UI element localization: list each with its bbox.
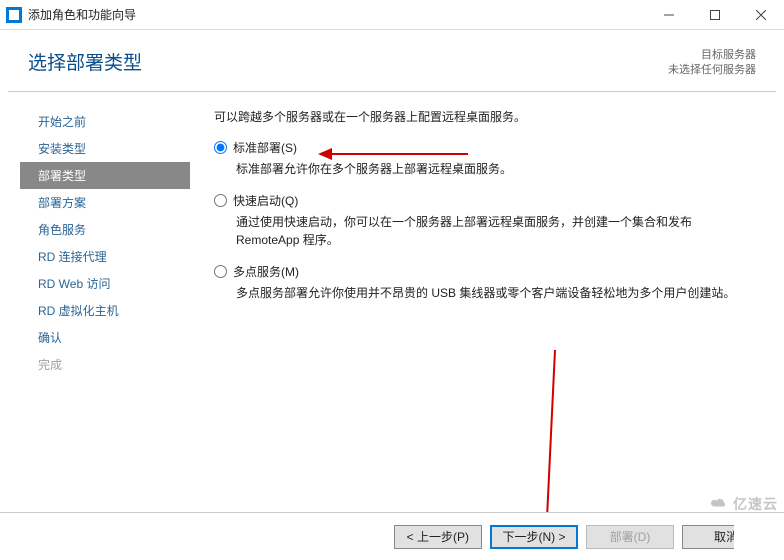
target-server-label: 目标服务器 — [668, 48, 756, 63]
wizard-body: 开始之前 安装类型 部署类型 部署方案 角色服务 RD 连接代理 RD Web … — [0, 92, 784, 512]
nav-item-complete: 完成 — [20, 351, 190, 378]
next-button[interactable]: 下一步(N) > — [490, 525, 578, 549]
option-standard-desc: 标准部署允许你在多个服务器上部署远程桌面服务。 — [236, 160, 754, 178]
radio-standard[interactable] — [214, 141, 227, 154]
option-standard: 标准部署(S) 标准部署允许你在多个服务器上部署远程桌面服务。 — [214, 139, 754, 178]
wizard-header: 选择部署类型 目标服务器 未选择任何服务器 — [0, 30, 784, 91]
option-multipoint-row[interactable]: 多点服务(M) — [214, 263, 754, 280]
radio-quick[interactable] — [214, 194, 227, 207]
option-quick-label: 快速启动(Q) — [233, 192, 298, 209]
option-quick: 快速启动(Q) 通过使用快速启动，你可以在一个服务器上部署远程桌面服务，并创建一… — [214, 192, 754, 249]
option-quick-desc: 通过使用快速启动，你可以在一个服务器上部署远程桌面服务，并创建一个集合和发布 R… — [236, 213, 754, 249]
nav-item-rd-web[interactable]: RD Web 访问 — [20, 270, 190, 297]
option-quick-row[interactable]: 快速启动(Q) — [214, 192, 754, 209]
maximize-button[interactable] — [692, 0, 738, 30]
nav-item-before-begin[interactable]: 开始之前 — [20, 108, 190, 135]
window-title: 添加角色和功能向导 — [28, 6, 646, 23]
wizard-content: 可以跨越多个服务器或在一个服务器上配置远程桌面服务。 标准部署(S) 标准部署允… — [190, 104, 764, 512]
target-server-value: 未选择任何服务器 — [668, 63, 756, 78]
nav-item-confirm[interactable]: 确认 — [20, 324, 190, 351]
option-standard-label: 标准部署(S) — [233, 139, 297, 156]
option-multipoint-desc: 多点服务部署允许你使用并不昂贵的 USB 集线器或零个客户端设备轻松地为多个用户… — [236, 284, 754, 302]
nav-item-install-type[interactable]: 安装类型 — [20, 135, 190, 162]
nav-item-deploy-scheme[interactable]: 部署方案 — [20, 189, 190, 216]
option-standard-row[interactable]: 标准部署(S) — [214, 139, 754, 156]
prev-button[interactable]: < 上一步(P) — [394, 525, 482, 549]
watermark: 亿速云 — [709, 494, 778, 514]
target-server-block: 目标服务器 未选择任何服务器 — [668, 48, 756, 79]
app-icon — [6, 7, 22, 23]
window-controls — [646, 0, 784, 30]
option-multipoint: 多点服务(M) 多点服务部署允许你使用并不昂贵的 USB 集线器或零个客户端设备… — [214, 263, 754, 302]
screenshot-cut-edge — [734, 514, 784, 560]
deploy-button: 部署(D) — [586, 525, 674, 549]
minimize-button[interactable] — [646, 0, 692, 30]
wizard-nav: 开始之前 安装类型 部署类型 部署方案 角色服务 RD 连接代理 RD Web … — [20, 104, 190, 512]
page-title: 选择部署类型 — [28, 48, 668, 75]
nav-item-role-service[interactable]: 角色服务 — [20, 216, 190, 243]
nav-item-deploy-type[interactable]: 部署类型 — [20, 162, 190, 189]
nav-item-rd-broker[interactable]: RD 连接代理 — [20, 243, 190, 270]
wizard-footer: < 上一步(P) 下一步(N) > 部署(D) 取消 — [0, 512, 784, 560]
watermark-text: 亿速云 — [733, 494, 778, 514]
option-multipoint-label: 多点服务(M) — [233, 263, 299, 280]
titlebar: 添加角色和功能向导 — [0, 0, 784, 30]
nav-item-rd-virtual[interactable]: RD 虚拟化主机 — [20, 297, 190, 324]
content-intro: 可以跨越多个服务器或在一个服务器上配置远程桌面服务。 — [214, 108, 754, 125]
close-button[interactable] — [738, 0, 784, 30]
radio-multipoint[interactable] — [214, 265, 227, 278]
